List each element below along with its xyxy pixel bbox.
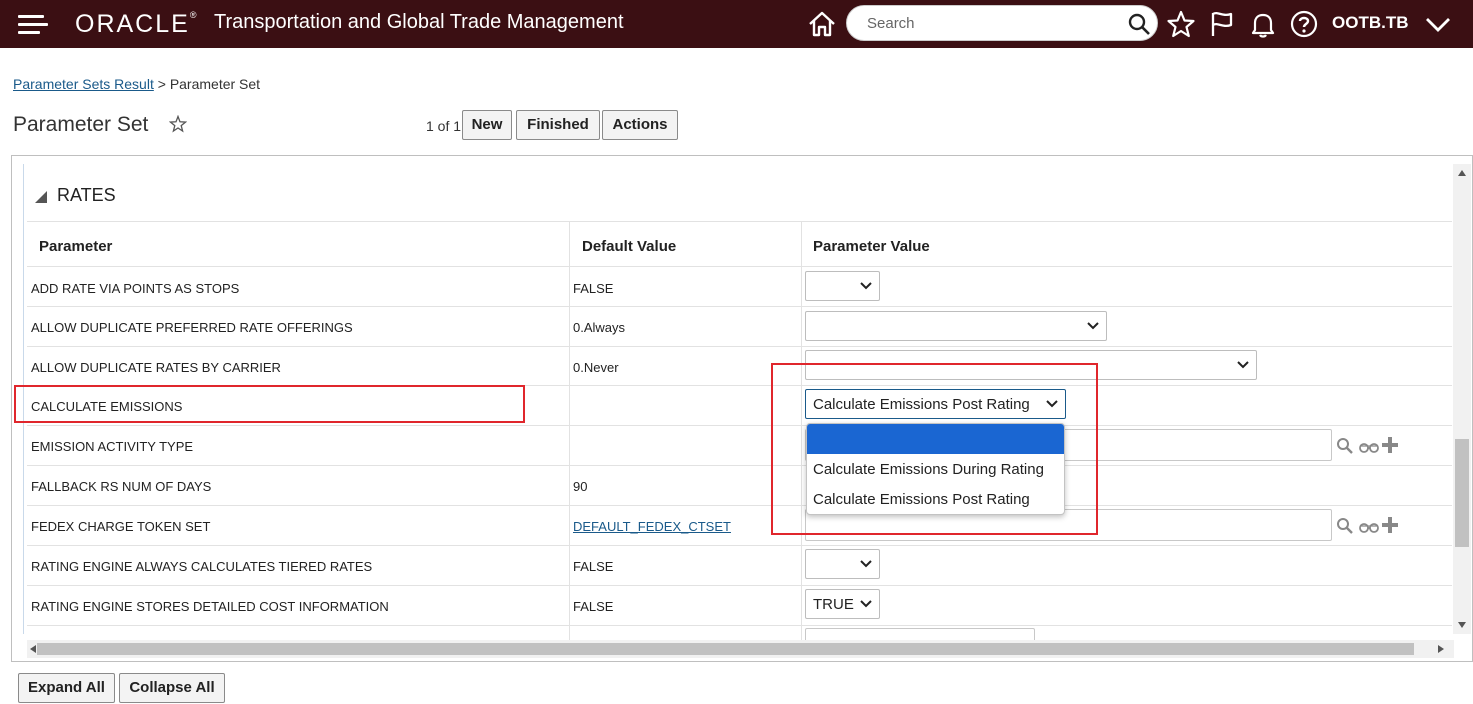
new-button[interactable]: New: [462, 110, 512, 140]
column-divider: [569, 222, 570, 642]
column-header-parameter-value: Parameter Value: [813, 238, 930, 255]
page-title: Parameter Set: [13, 113, 149, 136]
row-parameter-name: ADD RATE VIA POINTS AS STOPS: [31, 281, 240, 296]
row-divider: [27, 465, 1452, 466]
row-default-value: FALSE: [573, 559, 614, 574]
selected-value: TRUE: [813, 596, 854, 613]
annotation-box-dropdown: [771, 363, 1098, 535]
home-icon[interactable]: [806, 8, 838, 40]
bell-icon[interactable]: [1247, 8, 1279, 40]
horizontal-scrollbar[interactable]: [27, 640, 1454, 658]
add-icon[interactable]: [1381, 436, 1399, 454]
pager-count: 1 of 1: [426, 118, 462, 134]
chevron-down-icon: [860, 560, 872, 568]
scroll-right-arrow-icon[interactable]: [1438, 645, 1444, 653]
finished-button[interactable]: Finished: [516, 110, 600, 140]
collapse-all-button[interactable]: Collapse All: [119, 673, 225, 703]
parameter-value-select[interactable]: [805, 311, 1107, 341]
chevron-down-icon: [1237, 361, 1249, 369]
row-default-value: FALSE: [573, 281, 614, 296]
row-parameter-name: EMISSION ACTIVITY TYPE: [31, 439, 194, 454]
row-default-value: 0.Always: [573, 320, 626, 335]
vertical-scroll-thumb[interactable]: [1455, 439, 1469, 547]
view-glasses-icon[interactable]: [1358, 517, 1380, 535]
chevron-down-icon[interactable]: [1422, 8, 1454, 40]
scroll-left-arrow-icon[interactable]: [30, 645, 36, 653]
actions-button[interactable]: Actions: [602, 110, 678, 140]
scroll-down-arrow-icon[interactable]: [1458, 622, 1466, 628]
favorite-star-icon[interactable]: [169, 115, 187, 133]
view-glasses-icon[interactable]: [1358, 437, 1380, 455]
row-divider: [27, 625, 1452, 626]
expand-all-button[interactable]: Expand All: [18, 673, 115, 703]
chevron-down-icon: [860, 282, 872, 290]
collapse-triangle-icon[interactable]: [35, 191, 47, 203]
row-divider: [27, 266, 1452, 267]
user-name[interactable]: OOTB.TB: [1332, 13, 1409, 33]
breadcrumb: Parameter Sets Result > Parameter Set: [13, 76, 260, 92]
row-default-value: DEFAULT_FEDEX_CTSET: [573, 519, 731, 534]
chevron-down-icon: [860, 600, 872, 608]
parameter-value-select[interactable]: [805, 271, 880, 301]
row-default-value: FALSE: [573, 599, 614, 614]
search-input[interactable]: [867, 13, 1117, 33]
row-parameter-name: RATING ENGINE ALWAYS CALCULATES TIERED R…: [31, 559, 373, 574]
row-parameter-name: ALLOW DUPLICATE RATES BY CARRIER: [31, 360, 281, 375]
row-parameter-name: ALLOW DUPLICATE PREFERRED RATE OFFERINGS: [31, 320, 353, 335]
oracle-logo: ORACLE®: [75, 10, 197, 38]
column-header-default-value: Default Value: [582, 238, 677, 255]
search-icon[interactable]: [1336, 517, 1354, 535]
breadcrumb-link-parameter-sets-result[interactable]: Parameter Sets Result: [13, 76, 154, 92]
breadcrumb-separator: >: [157, 76, 166, 92]
scroll-up-arrow-icon[interactable]: [1458, 170, 1466, 176]
row-divider: [27, 306, 1452, 307]
row-default-value: 90: [573, 479, 588, 494]
row-divider: [27, 505, 1452, 506]
add-icon[interactable]: [1381, 516, 1399, 534]
divider: [27, 221, 1452, 222]
annotation-box-calculate-emissions: [14, 385, 525, 423]
row-parameter-name: FALLBACK RS NUM OF DAYS: [31, 479, 212, 494]
row-parameter-name: FEDEX CHARGE TOKEN SET: [31, 519, 211, 534]
help-icon[interactable]: [1288, 8, 1320, 40]
vertical-scrollbar[interactable]: [1453, 164, 1471, 634]
flag-icon[interactable]: [1206, 8, 1238, 40]
top-header-bar: ORACLE® Transportation and Global Trade …: [0, 0, 1473, 48]
row-divider: [27, 425, 1452, 426]
row-default-value: 0.Never: [573, 360, 619, 375]
row-parameter-name: RATING ENGINE STORES DETAILED COST INFOR…: [31, 599, 389, 614]
menu-icon[interactable]: [18, 13, 48, 35]
row-divider: [27, 545, 1452, 546]
row-divider: [27, 585, 1452, 586]
search-field[interactable]: [846, 5, 1158, 41]
horizontal-scroll-thumb[interactable]: [37, 643, 1414, 655]
column-header-parameter: Parameter: [39, 238, 113, 255]
breadcrumb-current: Parameter Set: [169, 76, 261, 92]
parameter-value-select[interactable]: [805, 549, 880, 579]
row-divider: [27, 346, 1452, 347]
fedex-ctset-link[interactable]: DEFAULT_FEDEX_CTSET: [573, 519, 731, 534]
search-icon[interactable]: [1127, 12, 1151, 36]
rates-section-title: RATES: [57, 185, 116, 205]
star-icon[interactable]: [1165, 8, 1197, 40]
app-title: Transportation and Global Trade Manageme…: [214, 11, 624, 33]
chevron-down-icon: [1087, 322, 1099, 330]
parameter-value-select[interactable]: TRUE: [805, 589, 880, 619]
search-icon[interactable]: [1336, 437, 1354, 455]
